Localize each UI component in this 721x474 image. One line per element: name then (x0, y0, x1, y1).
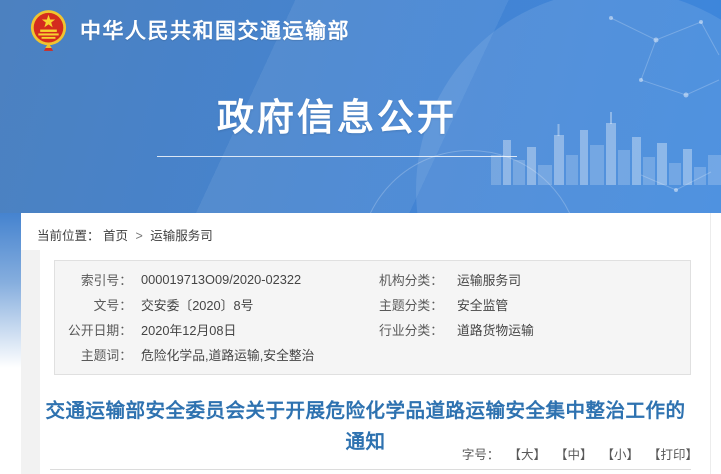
breadcrumb-current-link[interactable]: 运输服务司 (150, 229, 213, 243)
meta-label-doc-number: 文号： (55, 295, 132, 314)
left-gradient-decoration (0, 213, 21, 368)
meta-value-keywords: 危险化学品,道路运输,安全整治 (132, 345, 310, 364)
breadcrumb-separator: > (136, 229, 143, 243)
table-row: 文号： 交安委〔2020〕8号 主题分类： 安全监管 (55, 292, 690, 317)
table-row: 主题词： 危险化学品,道路运输,安全整治 (55, 342, 690, 367)
meta-label-industry-category: 行业分类： (310, 320, 443, 339)
print-button[interactable]: 【打印】 (648, 444, 698, 463)
breadcrumb-label: 当前位置： (37, 229, 100, 243)
national-emblem-logo (30, 9, 67, 51)
table-row: 公开日期： 2020年12月08日 行业分类： 道路货物运输 (55, 317, 690, 342)
banner-title-block: 政府信息公开 (157, 87, 517, 157)
meta-value-org-category: 运输服务司 (443, 270, 690, 289)
meta-label-keywords: 主题词： (55, 345, 132, 364)
meta-value-publish-date: 2020年12月08日 (132, 320, 310, 339)
left-gutter (21, 250, 40, 474)
site-header: 中华人民共和国交通运输部 (30, 9, 350, 51)
font-size-controls: 字号： 【大】 【中】 【小】 【打印】 (462, 444, 698, 463)
meta-label-org-category: 机构分类： (310, 270, 443, 289)
meta-value-topic-category: 安全监管 (443, 295, 690, 314)
meta-value-index: 000019713O09/2020-02322 (132, 272, 310, 287)
meta-value-doc-number: 交安委〔2020〕8号 (132, 295, 310, 314)
meta-label-publish-date: 公开日期： (55, 320, 132, 339)
document-meta-table: 索引号： 000019713O09/2020-02322 机构分类： 运输服务司… (54, 260, 691, 375)
meta-value-industry-category: 道路货物运输 (443, 320, 690, 339)
page: 中华人民共和国交通运输部 政府信息公开 当前位置： 首页 > 运输服务司 索引号… (0, 0, 721, 474)
font-size-medium-button[interactable]: 【中】 (555, 444, 593, 463)
breadcrumb: 当前位置： 首页 > 运输服务司 (21, 213, 710, 253)
font-size-small-button[interactable]: 【小】 (601, 444, 639, 463)
meta-label-index: 索引号： (55, 270, 132, 289)
font-size-large-button[interactable]: 【大】 (508, 444, 546, 463)
banner: 中华人民共和国交通运输部 政府信息公开 (0, 0, 721, 213)
content-panel: 当前位置： 首页 > 运输服务司 索引号： 000019713O09/2020-… (21, 213, 711, 474)
site-title: 中华人民共和国交通运输部 (80, 15, 350, 45)
page-title: 政府信息公开 (217, 97, 457, 138)
divider (50, 469, 691, 470)
table-row: 索引号： 000019713O09/2020-02322 机构分类： 运输服务司 (55, 267, 690, 292)
meta-label-topic-category: 主题分类： (310, 295, 443, 314)
city-skyline-decoration (491, 110, 721, 185)
breadcrumb-home-link[interactable]: 首页 (103, 229, 128, 243)
font-size-label: 字号： (462, 444, 500, 463)
